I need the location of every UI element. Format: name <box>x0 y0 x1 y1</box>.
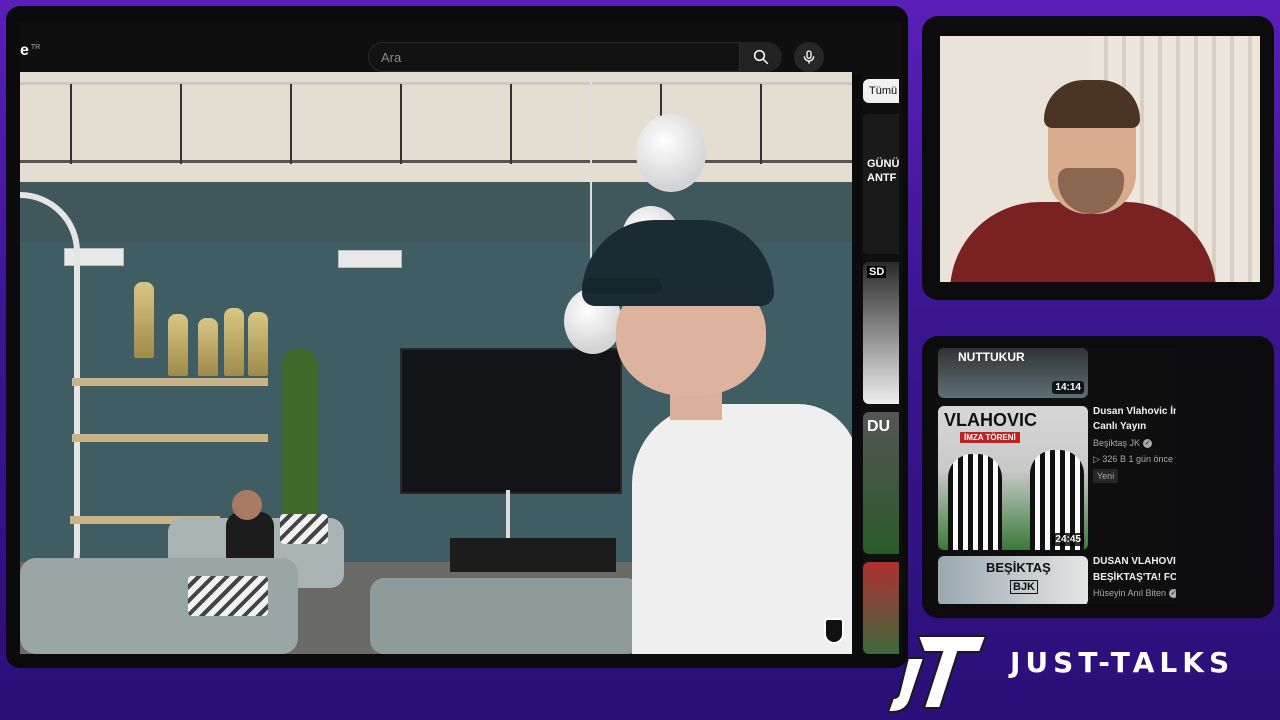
trophy <box>248 312 268 376</box>
strip-thumbnail-text: ANTF <box>867 172 897 184</box>
video-player[interactable] <box>20 72 852 654</box>
pendant-lamp <box>636 114 706 192</box>
duration-badge: 24:45 <box>1052 533 1084 546</box>
seated-person-head <box>232 490 262 520</box>
video-title[interactable]: DUSAN VLAHOVIC <box>1093 554 1176 569</box>
railing-bottom <box>20 160 852 163</box>
player-shirt <box>632 404 852 654</box>
strip-thumbnail-text: SD <box>867 266 887 278</box>
channel-name[interactable]: Beşiktaş JK ✓ <box>1093 438 1153 448</box>
youtube-logo[interactable]: e TR <box>20 42 40 60</box>
trophy <box>168 314 188 376</box>
search-icon <box>753 49 769 65</box>
baluster <box>760 84 762 164</box>
thumbnail-subtext: İMZA TÖRENİ <box>960 432 1020 443</box>
trophy <box>134 282 154 358</box>
search-box <box>368 42 740 72</box>
strip-thumbnail[interactable]: DU <box>863 412 899 554</box>
baluster <box>180 84 182 164</box>
plant <box>282 348 318 518</box>
chip-all[interactable]: Tümü <box>863 79 899 103</box>
thumbnail-text: NUTTUKUR <box>958 350 1025 364</box>
player-cap-brim <box>582 278 662 294</box>
video-title[interactable]: Canlı Yayın <box>1093 419 1176 434</box>
search-input[interactable] <box>379 49 723 66</box>
railing-top <box>20 82 852 85</box>
mic-icon <box>803 50 815 64</box>
trophy <box>224 308 244 376</box>
thumbnail-text: BEŞİKTAŞ <box>986 560 1051 575</box>
baluster <box>510 84 512 164</box>
channel-name-text: Beşiktaş JK <box>1093 438 1141 448</box>
channel-name[interactable]: Hüseyin Anıl Biten ✓ <box>1093 588 1176 598</box>
strip-thumbnail-text: DU <box>867 418 891 435</box>
channel-name-text: Hüseyin Anıl Biten <box>1093 588 1167 598</box>
thumbnail-text: VLAHOVIC <box>944 410 1038 430</box>
youtube-logo-text: e <box>20 42 29 59</box>
thumbnail-subtext: BJK <box>1010 580 1039 594</box>
strip-thumbnail[interactable]: GÜNÜ ANTF <box>863 114 899 254</box>
spiral-staircase <box>20 192 80 612</box>
webcam-feed <box>940 36 1260 282</box>
video-thumbnail[interactable]: BEŞİKTAŞ BJK <box>938 556 1088 604</box>
tv-console <box>450 538 616 572</box>
recommendations-frame: NUTTUKUR 14:14 VLAHOVIC İMZA TÖRENİ 24:4… <box>922 336 1274 618</box>
main-browser-frame: e TR Ara Tümü GÜNÜ ANTF SD DU <box>6 6 908 668</box>
thumbnail-player <box>948 454 1002 550</box>
recommendation-strip: Tümü GÜNÜ ANTF SD DU <box>862 72 902 654</box>
verified-icon: ✓ <box>1169 588 1176 598</box>
video-title[interactable]: BEŞİKTAŞ'TA! FC 2 <box>1093 570 1176 585</box>
club-crest-icon <box>824 618 844 644</box>
baluster <box>290 84 292 164</box>
television <box>400 348 622 494</box>
brand-name: JUST-TALKS <box>1010 646 1235 679</box>
just-talks-logo <box>888 635 988 713</box>
pillow <box>280 514 328 544</box>
trophy <box>198 318 218 376</box>
sofa <box>370 578 640 654</box>
baluster <box>400 84 402 164</box>
pillow <box>188 576 268 616</box>
new-badge: Yeni <box>1093 469 1119 483</box>
youtube-topbar: e TR <box>20 22 902 74</box>
voice-search-button[interactable] <box>794 42 824 72</box>
strip-thumbnail-text: GÜNÜ <box>867 158 899 170</box>
shelf <box>72 378 268 386</box>
video-thumbnail[interactable]: NUTTUKUR 14:14 <box>938 348 1088 398</box>
search-button[interactable] <box>740 42 782 72</box>
video-thumbnail[interactable]: VLAHOVIC İMZA TÖRENİ 24:45 <box>938 406 1088 550</box>
duration-badge: 14:14 <box>1052 381 1084 394</box>
region-label: TR <box>30 43 41 51</box>
verified-icon: ✓ <box>1143 438 1153 448</box>
recommendations-list: NUTTUKUR 14:14 VLAHOVIC İMZA TÖRENİ 24:4… <box>936 348 1176 604</box>
video-title[interactable]: Dusan Vlahovic İmza <box>1093 404 1176 419</box>
air-vent <box>338 250 402 268</box>
video-scene-upper-wall <box>20 72 852 190</box>
video-meta: ▷ 326 B 1 gün önce yayı <box>1093 454 1176 464</box>
baluster <box>70 84 72 164</box>
shelf <box>72 434 268 442</box>
webcam-frame <box>922 16 1274 300</box>
strip-thumbnail[interactable]: SD <box>863 262 899 404</box>
